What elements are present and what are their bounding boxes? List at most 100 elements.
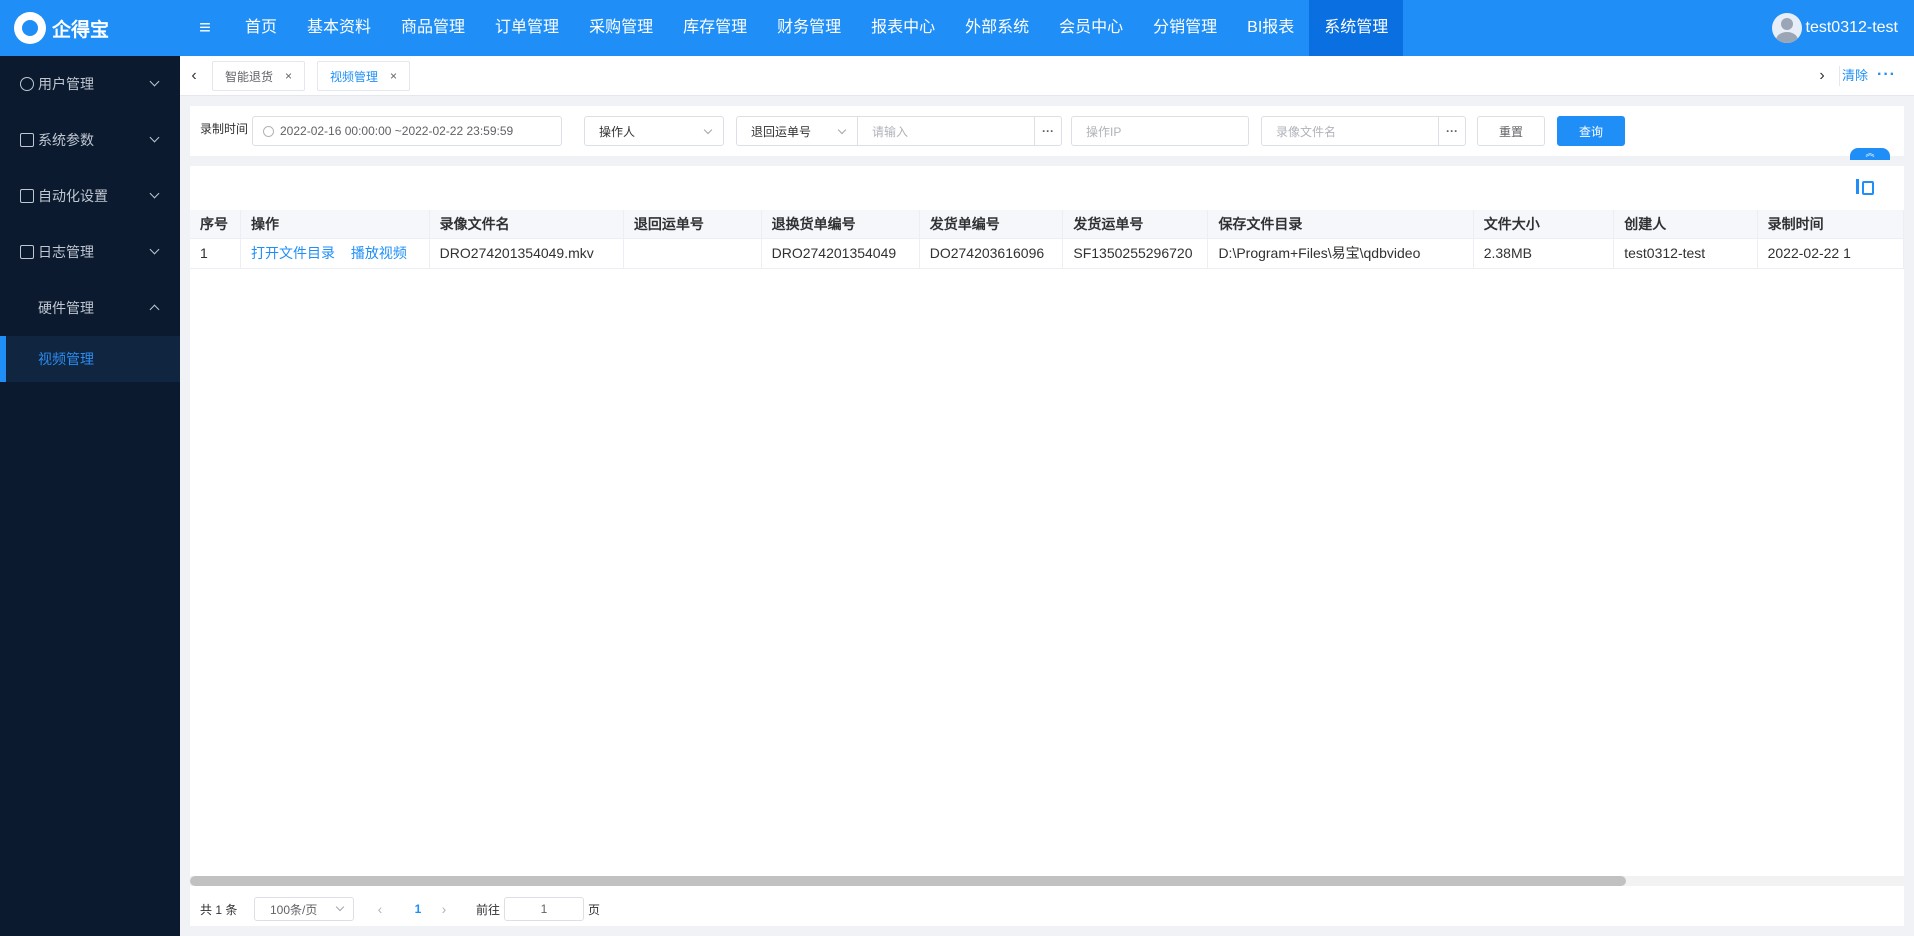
close-icon[interactable]: × <box>390 69 397 83</box>
scrollbar-thumb[interactable] <box>190 876 1626 886</box>
reset-button[interactable]: 重置 <box>1477 116 1545 146</box>
query-button[interactable]: 查询 <box>1557 116 1625 146</box>
video-table: 序号 操作 录像文件名 退回运单号 退换货单编号 发货单编号 发货运单号 保存文… <box>190 210 1905 269</box>
total-count: 共 1 条 <box>200 902 238 917</box>
nav-item-product[interactable]: 商品管理 <box>386 0 480 56</box>
sidebar-item-video-management[interactable]: 视频管理 <box>0 336 180 382</box>
nav-item-bi[interactable]: BI报表 <box>1232 0 1309 56</box>
nav-item-member[interactable]: 会员中心 <box>1044 0 1138 56</box>
sidebar-group-hardware[interactable]: 硬件管理 <box>0 280 180 336</box>
next-page-icon[interactable]: › <box>436 901 452 917</box>
tab-smart-return[interactable]: 智能退货 × <box>212 61 306 91</box>
chevron-down-icon <box>703 125 713 135</box>
nav-item-inventory[interactable]: 库存管理 <box>668 0 762 56</box>
table-panel: 序号 操作 录像文件名 退回运单号 退换货单编号 发货单编号 发货运单号 保存文… <box>190 166 1905 926</box>
column-header[interactable]: 录像文件名 <box>429 210 624 239</box>
chevron-down-icon <box>837 125 847 135</box>
goto-label: 前往 <box>476 902 501 917</box>
record-time-value: 2022-02-16 00:00:00 ~2022-02-22 23:59:59 <box>280 124 514 138</box>
sidebar-item-label: 自动化设置 <box>38 188 108 204</box>
more-options-button[interactable]: ··· <box>1438 116 1466 146</box>
operator-ip-input[interactable]: 操作IP <box>1071 116 1249 146</box>
tab-scroll-left-icon[interactable]: ‹ <box>182 56 206 96</box>
tab-bar: ‹ 智能退货 × 视频管理 × › 清除 ··· <box>180 56 1914 96</box>
return-number-input[interactable]: 请输入 <box>857 116 1035 146</box>
tab-label: 智能退货 <box>225 69 274 84</box>
page-suffix: 页 <box>588 902 601 917</box>
prev-page-icon[interactable]: ‹ <box>372 901 388 917</box>
file-size-cell: 2.38MB <box>1473 238 1615 269</box>
main-nav: 首页 基本资料 商品管理 订单管理 采购管理 库存管理 财务管理 报表中心 外部… <box>230 0 1404 56</box>
nav-item-external[interactable]: 外部系统 <box>950 0 1044 56</box>
operator-select[interactable]: 操作人 <box>584 116 724 146</box>
delivery-number-cell: DO274203616096 <box>919 238 1064 269</box>
nav-item-reports[interactable]: 报表中心 <box>856 0 950 56</box>
column-header[interactable]: 发货运单号 <box>1062 210 1209 239</box>
sidebar-group-label: 硬件管理 <box>38 300 94 316</box>
save-directory-cell: D:\Program+Files\易宝\qdbvideo <box>1207 238 1474 269</box>
chevron-down-icon <box>149 188 160 199</box>
more-options-button[interactable]: ··· <box>1034 116 1062 146</box>
menu-toggle-icon[interactable]: ≡ <box>180 0 230 56</box>
collapse-filter-icon[interactable]: ︽ <box>1850 148 1890 160</box>
more-icon[interactable]: ··· <box>1877 56 1896 96</box>
column-header[interactable]: 退回运单号 <box>623 210 762 239</box>
nav-item-order[interactable]: 订单管理 <box>480 0 574 56</box>
column-header[interactable]: 文件大小 <box>1473 210 1615 239</box>
record-time-range-picker[interactable]: 2022-02-16 00:00:00 ~2022-02-22 23:59:59 <box>252 116 562 146</box>
chevron-down-icon <box>335 902 345 912</box>
logo-text: 企得宝 <box>52 19 110 41</box>
chevron-down-icon <box>149 132 160 143</box>
nav-item-system[interactable]: 系统管理 <box>1309 0 1404 56</box>
column-header[interactable]: 保存文件目录 <box>1207 210 1474 239</box>
nav-item-finance[interactable]: 财务管理 <box>762 0 856 56</box>
column-header[interactable]: 序号 <box>190 210 241 239</box>
tab-label: 视频管理 <box>330 69 379 84</box>
sidebar-item-label: 用户管理 <box>38 76 94 92</box>
column-header[interactable]: 创建人 <box>1613 210 1758 239</box>
creator-cell: test0312-test <box>1613 238 1758 269</box>
horizontal-scrollbar[interactable] <box>190 876 1904 886</box>
page-size-select[interactable]: 100条/页 <box>254 897 354 921</box>
row-actions: 打开文件目录 播放视频 <box>240 238 430 269</box>
column-header[interactable]: 退换货单编号 <box>761 210 920 239</box>
play-video-link[interactable]: 播放视频 <box>351 245 407 261</box>
row-index: 1 <box>190 238 241 269</box>
sidebar-item-automation[interactable]: 自动化设置 <box>0 168 180 224</box>
column-settings-icon[interactable] <box>1856 178 1874 196</box>
column-header[interactable]: 发货单编号 <box>919 210 1064 239</box>
tab-scroll-right-icon[interactable]: › <box>1810 56 1834 96</box>
sidebar-item-label: 系统参数 <box>38 132 94 148</box>
sidebar-item-logs[interactable]: 日志管理 <box>0 224 180 280</box>
nav-item-home[interactable]: 首页 <box>230 0 292 56</box>
user-menu[interactable]: test0312-test <box>1771 0 1898 56</box>
page-number-current[interactable]: 1 <box>406 902 430 916</box>
calendar-icon <box>20 245 34 259</box>
app-logo[interactable]: 企得宝 <box>0 0 180 56</box>
goto-page-input[interactable] <box>504 897 584 921</box>
chevron-down-icon <box>149 244 160 255</box>
table-row[interactable]: 1 打开文件目录 播放视频 DRO274201354049.mkv DRO274… <box>190 238 1905 269</box>
column-header[interactable]: 操作 <box>240 210 430 239</box>
sidebar-item-system-params[interactable]: 系统参数 <box>0 112 180 168</box>
avatar-icon <box>1771 13 1802 43</box>
user-icon <box>20 77 34 91</box>
column-header[interactable]: 录制时间 <box>1757 210 1905 239</box>
delivery-tracking-cell: SF1350255296720 <box>1062 238 1209 269</box>
nav-item-purchase[interactable]: 采购管理 <box>574 0 668 56</box>
return-number-type-select[interactable]: 退回运单号 <box>736 116 858 146</box>
sidebar-item-label: 日志管理 <box>38 244 94 260</box>
close-icon[interactable]: × <box>285 69 292 83</box>
sidebar-item-user-management[interactable]: 用户管理 <box>0 56 180 112</box>
open-folder-link[interactable]: 打开文件目录 <box>251 245 335 261</box>
tab-video-management[interactable]: 视频管理 × <box>317 61 411 91</box>
video-filename-input[interactable]: 录像文件名 <box>1261 116 1439 146</box>
record-time-label: 录制时间 <box>200 122 249 136</box>
clipboard-icon <box>20 189 34 203</box>
table-header-row: 序号 操作 录像文件名 退回运单号 退换货单编号 发货单编号 发货运单号 保存文… <box>190 210 1905 239</box>
return-tracking-cell <box>623 238 762 269</box>
nav-item-distribution[interactable]: 分销管理 <box>1138 0 1232 56</box>
video-filename-cell: DRO274201354049.mkv <box>429 238 624 269</box>
clear-tabs-button[interactable]: 清除 <box>1842 56 1868 96</box>
nav-item-basic-data[interactable]: 基本资料 <box>292 0 386 56</box>
